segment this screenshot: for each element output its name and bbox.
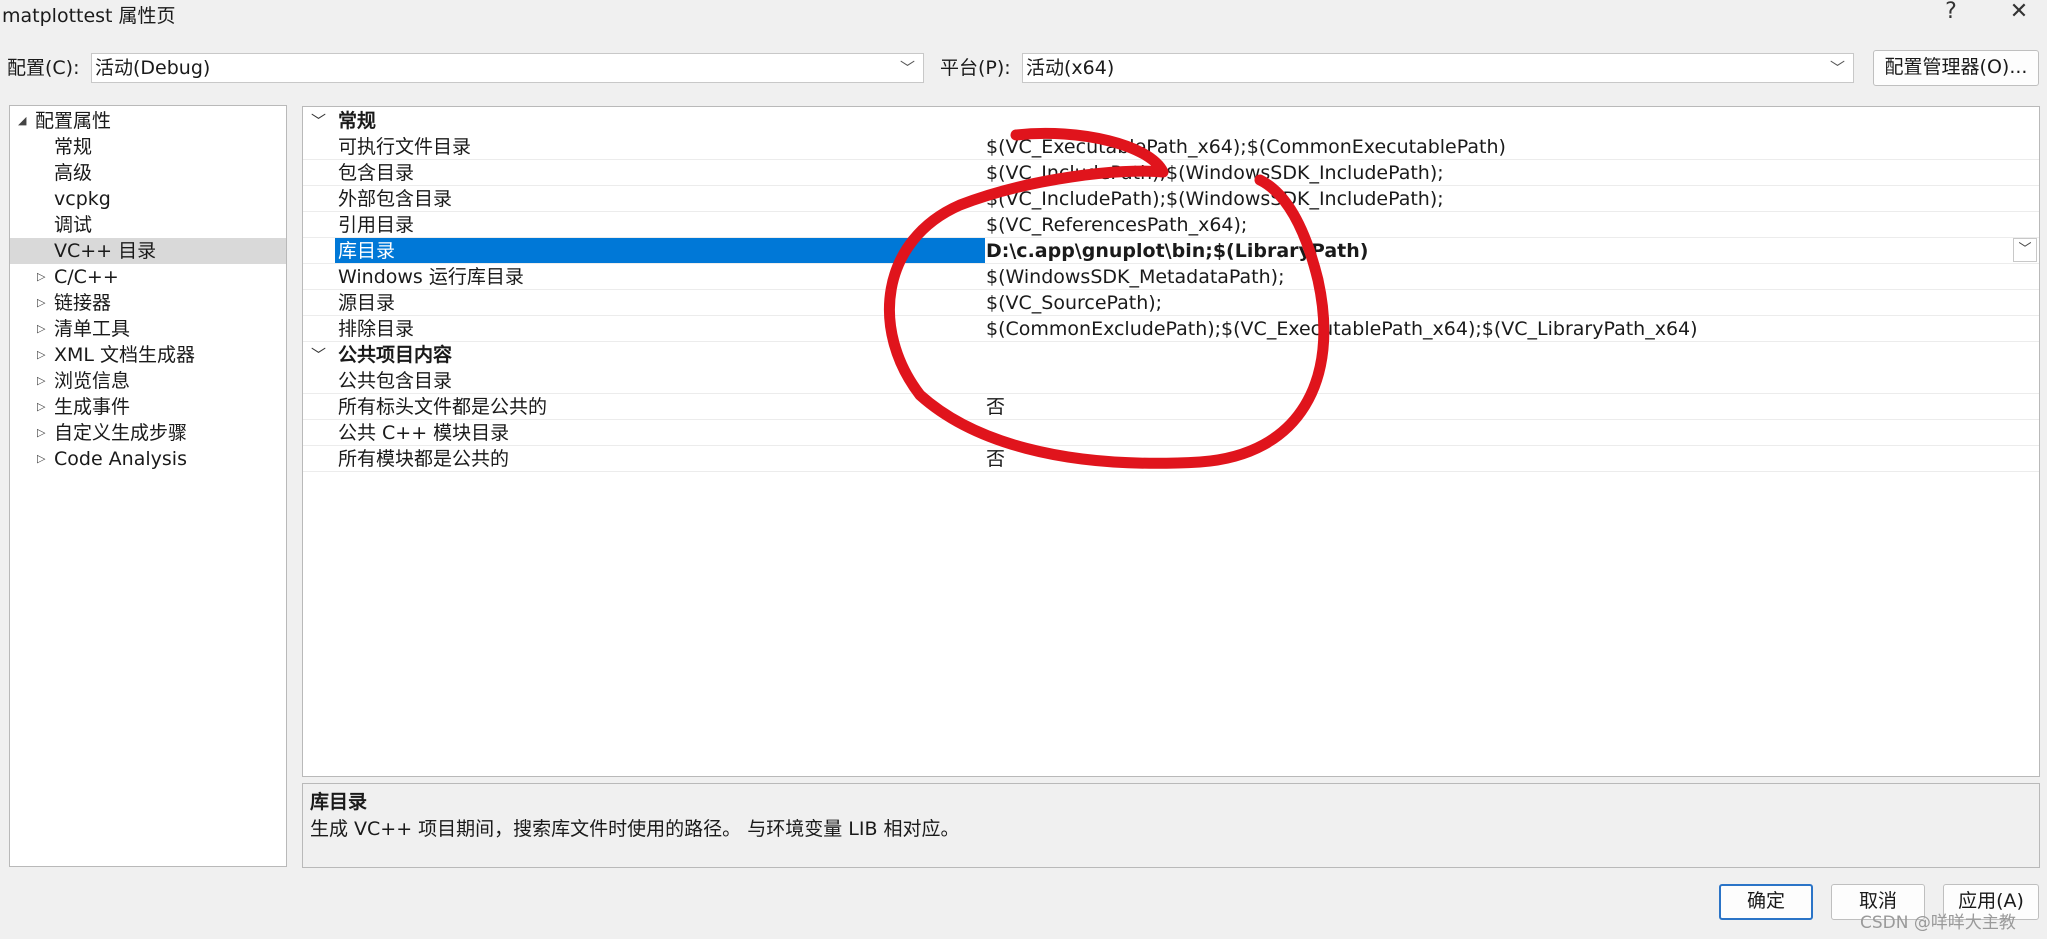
property-grid: ﹀ 常规 可执行文件目录 $(VC_ExecutablePath_x64);$(…: [302, 106, 2040, 777]
tree-item-c-cpp[interactable]: ▷ C/C++: [10, 264, 286, 290]
chevron-down-icon[interactable]: ﹀: [311, 342, 326, 368]
tree-item-label: 配置属性: [35, 110, 112, 132]
help-button[interactable]: ?: [1931, 0, 1971, 26]
property-tree: ◢ 配置属性 常规 高级 vcpkg 调试 VC++ 目录 ▷ C/C++ ▷ …: [9, 105, 287, 867]
collapsed-triangle-icon[interactable]: ▷: [37, 264, 45, 290]
property-value[interactable]: 否: [986, 446, 1005, 472]
property-name: 包含目录: [338, 162, 415, 184]
property-row-public-cpp-module-dirs[interactable]: 公共 C++ 模块目录: [303, 420, 2039, 446]
tree-item-label: Code Analysis: [54, 448, 187, 470]
tree-item-general[interactable]: 常规: [10, 134, 286, 160]
config-label: 配置(C):: [7, 57, 80, 79]
tree-item-advanced[interactable]: 高级: [10, 160, 286, 186]
tree-item-label: C/C++: [54, 266, 119, 288]
tree-item-label: 高级: [54, 162, 93, 184]
property-value[interactable]: $(WindowsSDK_MetadataPath);: [986, 264, 1285, 290]
section-title: 公共项目内容: [338, 344, 453, 366]
property-value[interactable]: $(CommonExcludePath);$(VC_ExecutablePath…: [986, 316, 1698, 342]
collapsed-triangle-icon[interactable]: ▷: [37, 316, 45, 342]
expanded-triangle-icon: ◢: [18, 114, 27, 127]
property-value-input[interactable]: D:\c.app\gnuplot\bin;$(LibraryPath): [986, 238, 1368, 264]
ok-button[interactable]: 确定: [1719, 884, 1813, 920]
config-manager-button[interactable]: 配置管理器(O)...: [1873, 50, 2039, 86]
tree-item-label: 自定义生成步骤: [54, 422, 188, 444]
property-name: 排除目录: [338, 318, 415, 340]
tree-item-manifest-tool[interactable]: ▷ 清单工具: [10, 316, 286, 342]
tree-item-label: XML 文档生成器: [54, 344, 196, 366]
description-title: 库目录: [310, 791, 368, 813]
tree-item-label: 生成事件: [54, 396, 131, 418]
config-select-value: 活动(Debug): [95, 57, 211, 79]
section-title: 常规: [338, 110, 377, 132]
property-row-exclude-dirs[interactable]: 排除目录 $(CommonExcludePath);$(VC_Executabl…: [303, 316, 2039, 342]
tree-item-label: vcpkg: [54, 188, 111, 210]
tree-item-vcpkg[interactable]: vcpkg: [10, 186, 286, 212]
property-name: 公共 C++ 模块目录: [338, 422, 510, 444]
collapsed-triangle-icon[interactable]: ▷: [37, 290, 45, 316]
property-name: 所有模块都是公共的: [338, 448, 510, 470]
property-value[interactable]: $(VC_SourcePath);: [986, 290, 1162, 316]
property-row-executable-dirs[interactable]: 可执行文件目录 $(VC_ExecutablePath_x64);$(Commo…: [303, 134, 2039, 160]
platform-select-value: 活动(x64): [1026, 57, 1115, 79]
property-name: Windows 运行库目录: [338, 266, 524, 288]
property-name: 所有标头文件都是公共的: [338, 396, 548, 418]
property-name: 外部包含目录: [338, 188, 453, 210]
tree-item-code-analysis[interactable]: ▷ Code Analysis: [10, 446, 286, 472]
tree-item-xml-doc-generator[interactable]: ▷ XML 文档生成器: [10, 342, 286, 368]
platform-label: 平台(P):: [940, 57, 1011, 79]
tree-item-vc-directories[interactable]: VC++ 目录: [10, 238, 286, 264]
tree-root-config-properties[interactable]: ◢ 配置属性: [10, 108, 286, 134]
collapsed-triangle-icon[interactable]: ▷: [37, 368, 45, 394]
config-select[interactable]: 活动(Debug) ﹀: [91, 53, 924, 83]
property-name: 可执行文件目录: [338, 136, 472, 158]
tree-item-linker[interactable]: ▷ 链接器: [10, 290, 286, 316]
property-name: 引用目录: [338, 214, 415, 236]
property-value[interactable]: $(VC_IncludePath);$(WindowsSDK_IncludePa…: [986, 186, 1444, 212]
collapsed-triangle-icon[interactable]: ▷: [37, 342, 45, 368]
property-value[interactable]: $(VC_ReferencesPath_x64);: [986, 212, 1247, 238]
property-row-public-include-dirs[interactable]: 公共包含目录: [303, 368, 2039, 394]
property-row-all-headers-public[interactable]: 所有标头文件都是公共的 否: [303, 394, 2039, 420]
tree-item-label: 清单工具: [54, 318, 131, 340]
chevron-down-icon: ﹀: [1829, 59, 1845, 77]
property-row-library-dirs[interactable]: 库目录 D:\c.app\gnuplot\bin;$(LibraryPath) …: [303, 238, 2039, 264]
chevron-down-icon[interactable]: ﹀: [311, 108, 326, 134]
watermark: CSDN @咩咩大主教: [1860, 913, 2016, 933]
close-icon[interactable]: ✕: [1999, 0, 2039, 26]
property-value[interactable]: 否: [986, 394, 1005, 420]
property-name: 公共包含目录: [338, 370, 453, 392]
property-row-external-include-dirs[interactable]: 外部包含目录 $(VC_IncludePath);$(WindowsSDK_In…: [303, 186, 2039, 212]
value-dropdown-button[interactable]: ﹀: [2013, 238, 2037, 262]
chevron-down-icon: ﹀: [899, 59, 915, 77]
tree-item-browse-info[interactable]: ▷ 浏览信息: [10, 368, 286, 394]
tree-item-build-events[interactable]: ▷ 生成事件: [10, 394, 286, 420]
section-general[interactable]: ﹀ 常规: [303, 108, 2039, 134]
section-public-project-content[interactable]: ﹀ 公共项目内容: [303, 342, 2039, 368]
property-row-reference-dirs[interactable]: 引用目录 $(VC_ReferencesPath_x64);: [303, 212, 2039, 238]
property-row-include-dirs[interactable]: 包含目录 $(VC_IncludePath);$(WindowsSDK_Incl…: [303, 160, 2039, 186]
property-row-all-modules-public[interactable]: 所有模块都是公共的 否: [303, 446, 2039, 472]
tree-item-label: 链接器: [54, 292, 112, 314]
platform-select[interactable]: 活动(x64) ﹀: [1022, 53, 1854, 83]
property-row-winrt-dirs[interactable]: Windows 运行库目录 $(WindowsSDK_MetadataPath)…: [303, 264, 2039, 290]
property-name: 库目录: [338, 240, 396, 262]
description-text: 生成 VC++ 项目期间，搜索库文件时使用的路径。 与环境变量 LIB 相对应。: [310, 818, 960, 840]
collapsed-triangle-icon[interactable]: ▷: [37, 446, 45, 472]
tree-item-label: 常规: [54, 136, 93, 158]
description-panel: 库目录 生成 VC++ 项目期间，搜索库文件时使用的路径。 与环境变量 LIB …: [302, 783, 2040, 868]
window-title: matplottest 属性页: [2, 5, 176, 27]
property-value[interactable]: $(VC_ExecutablePath_x64);$(CommonExecuta…: [986, 134, 1506, 160]
tree-item-label: 调试: [54, 214, 93, 236]
tree-item-label: VC++ 目录: [54, 240, 157, 262]
property-name: 源目录: [338, 292, 396, 314]
tree-item-debugging[interactable]: 调试: [10, 212, 286, 238]
selection-highlight: [335, 238, 985, 263]
collapsed-triangle-icon[interactable]: ▷: [37, 394, 45, 420]
property-row-source-dirs[interactable]: 源目录 $(VC_SourcePath);: [303, 290, 2039, 316]
tree-item-custom-build-step[interactable]: ▷ 自定义生成步骤: [10, 420, 286, 446]
property-value[interactable]: $(VC_IncludePath);$(WindowsSDK_IncludePa…: [986, 160, 1444, 186]
title-bar: matplottest 属性页 ? ✕: [0, 0, 2047, 28]
collapsed-triangle-icon[interactable]: ▷: [37, 420, 45, 446]
tree-item-label: 浏览信息: [54, 370, 131, 392]
